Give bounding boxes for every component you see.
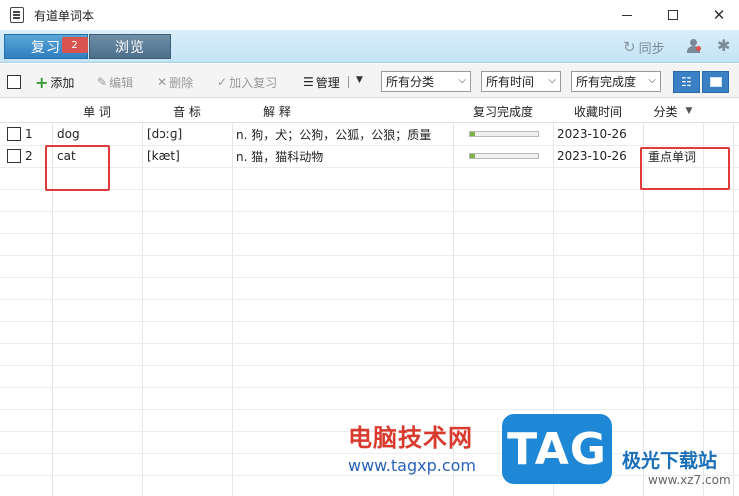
list-view-icon: ☷ (681, 75, 692, 89)
minimize-icon (622, 14, 632, 16)
watermark-site: www.xz7.com (648, 473, 731, 487)
table-row[interactable]: 1 dog [dɔːɡ] n. 狗，犬；公狗，公狐，公狼；质量 2023-10-… (0, 123, 739, 145)
watermark-tag-logo: TAG (502, 414, 612, 484)
delete-button[interactable]: ✕ 删除 (157, 73, 193, 91)
tab-review[interactable]: 复习 2 (4, 34, 88, 59)
tab-browse[interactable]: 浏览 (89, 34, 171, 59)
manage-label: 管理 (315, 75, 340, 90)
row-divider (0, 299, 739, 300)
row-divider (0, 409, 739, 410)
row-index: 1 (25, 127, 33, 141)
time-filter-select[interactable]: 所有时间 ⌵ (481, 71, 561, 92)
category-cell (648, 123, 702, 145)
pencil-icon: ✎ (97, 75, 108, 89)
window-title: 有道单词本 (34, 8, 95, 23)
meaning-cell: n. 狗，犬；公狗，公狐，公狼；质量 (236, 127, 432, 142)
user-icon[interactable] (686, 38, 702, 54)
sort-down-icon: ▼ (685, 106, 693, 116)
time-filter-value: 所有时间 (486, 75, 535, 89)
list-view-button[interactable]: ☷ (673, 71, 700, 93)
highlight-box-word (45, 145, 110, 191)
watermark-url: www.tagxp.com (348, 456, 476, 475)
card-view-button[interactable] (702, 71, 729, 93)
manage-button[interactable]: ☰ 管理 (303, 73, 340, 91)
chevron-down-icon: ⌵ (548, 75, 556, 86)
add-label: 添加 (50, 75, 75, 90)
column-header-time[interactable]: 收藏时间 (553, 99, 643, 123)
edit-label: 编辑 (109, 75, 134, 90)
table-header: 单 词 音 标 解 释 复习完成度 收藏时间 分类 ▼ (0, 99, 739, 123)
word-cell: dog (57, 127, 80, 141)
watermark-text: 电脑技术网 (348, 424, 473, 452)
x-icon: ✕ (157, 75, 168, 89)
minimize-button[interactable] (604, 0, 650, 30)
row-divider (0, 277, 739, 278)
category-filter-select[interactable]: 所有分类 ⌵ (381, 71, 471, 92)
phonetic-cell: [kæt] (147, 149, 180, 163)
row-divider (0, 365, 739, 366)
column-header-meaning[interactable]: 解 释 (232, 99, 322, 123)
add-button[interactable]: + 添加 (35, 72, 75, 92)
toolbar-divider (348, 76, 349, 88)
delete-label: 删除 (169, 75, 194, 90)
progress-filter-select[interactable]: 所有完成度 ⌵ (571, 71, 661, 92)
review-count-badge: 2 (62, 37, 88, 53)
row-checkbox[interactable] (7, 149, 21, 163)
notebook-icon (10, 7, 24, 23)
plus-icon: + (35, 72, 49, 92)
close-icon: ✕ (712, 6, 726, 24)
row-checkbox[interactable] (7, 127, 21, 141)
row-divider (0, 255, 739, 256)
row-divider (0, 167, 739, 168)
column-header-word[interactable]: 单 词 (52, 99, 142, 123)
edit-button[interactable]: ✎ 编辑 (97, 73, 133, 91)
time-cell: 2023-10-26 (557, 127, 627, 141)
row-divider (0, 343, 739, 344)
close-button[interactable]: ✕ (696, 0, 739, 30)
chevron-down-icon: ⌵ (458, 75, 466, 86)
column-header-progress[interactable]: 复习完成度 (453, 99, 553, 123)
meaning-cell: n. 猫，猫科动物 (236, 149, 324, 164)
manage-dropdown-icon[interactable]: ▼ (356, 75, 363, 85)
time-cell: 2023-10-26 (557, 149, 627, 163)
add-review-label: 加入复习 (229, 75, 278, 90)
phonetic-cell: [dɔːɡ] (147, 127, 183, 141)
chevron-down-icon: ⌵ (648, 75, 656, 86)
row-divider (0, 233, 739, 234)
highlight-box-category (640, 147, 730, 190)
review-progress-bar (469, 153, 539, 159)
row-divider (0, 475, 739, 476)
toolbar: + 添加 ✎ 编辑 ✕ 删除 ✓ 加入复习 ☰ 管理 ▼ 所有分类 ⌵ 所有时间… (0, 64, 739, 98)
row-divider (0, 387, 739, 388)
add-to-review-button[interactable]: ✓ 加入复习 (217, 73, 277, 91)
gear-icon[interactable]: ✱ (717, 36, 730, 55)
row-divider (0, 211, 739, 212)
maximize-icon (668, 10, 678, 20)
card-view-icon (709, 77, 722, 87)
category-filter-value: 所有分类 (386, 75, 435, 89)
list-icon: ☰ (303, 75, 314, 89)
sync-button[interactable]: ↻ 同步 (623, 37, 665, 57)
select-all-checkbox[interactable] (7, 75, 21, 89)
tab-browse-label: 浏览 (115, 39, 145, 56)
table-row[interactable]: 2 cat [kæt] n. 猫，猫科动物 2023-10-26 重点单词 (0, 145, 739, 167)
column-header-category[interactable]: 分类 ▼ (643, 99, 703, 123)
review-progress-bar (469, 131, 539, 137)
tab-review-label: 复习 (31, 39, 61, 56)
refresh-icon: ↻ (623, 38, 636, 56)
watermark-aurora-text: 极光下载站 (622, 450, 718, 472)
row-divider (0, 189, 739, 190)
sync-label: 同步 (638, 41, 665, 57)
maximize-button[interactable] (650, 0, 696, 30)
row-divider (0, 321, 739, 322)
check-icon: ✓ (217, 75, 228, 89)
category-header-label: 分类 (653, 104, 678, 119)
progress-filter-value: 所有完成度 (576, 75, 637, 89)
column-header-phonetic[interactable]: 音 标 (142, 99, 232, 123)
